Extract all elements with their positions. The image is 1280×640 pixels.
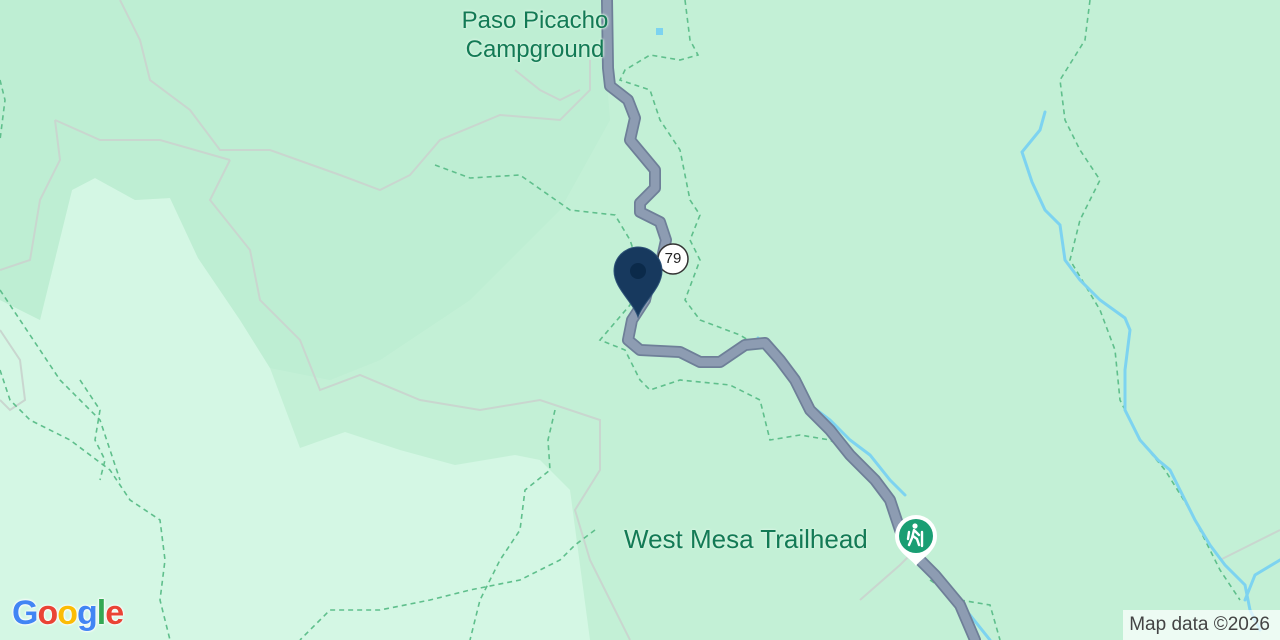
logo-letter: o <box>37 594 58 632</box>
logo-letter: g <box>77 594 98 632</box>
campground-label-line2: Campground <box>465 36 605 63</box>
logo-letter: o <box>57 594 78 632</box>
logo-letter: e <box>105 594 124 632</box>
campground-label[interactable]: Paso Picacho Campground <box>440 6 630 64</box>
trailhead-marker[interactable] <box>891 510 941 570</box>
google-logo: Google <box>12 594 124 633</box>
location-pin-icon[interactable] <box>611 244 665 320</box>
logo-letter: l <box>96 594 107 632</box>
logo-letter: G <box>12 594 38 632</box>
trailhead-label[interactable]: West Mesa Trailhead <box>624 523 868 555</box>
map-attribution[interactable]: Map data ©2026 <box>1123 610 1280 640</box>
pond <box>656 28 663 35</box>
campground-label-line1: Paso Picacho <box>461 7 609 34</box>
map-canvas[interactable]: Paso Picacho Campground 79 West Mesa Tra… <box>0 0 1280 640</box>
